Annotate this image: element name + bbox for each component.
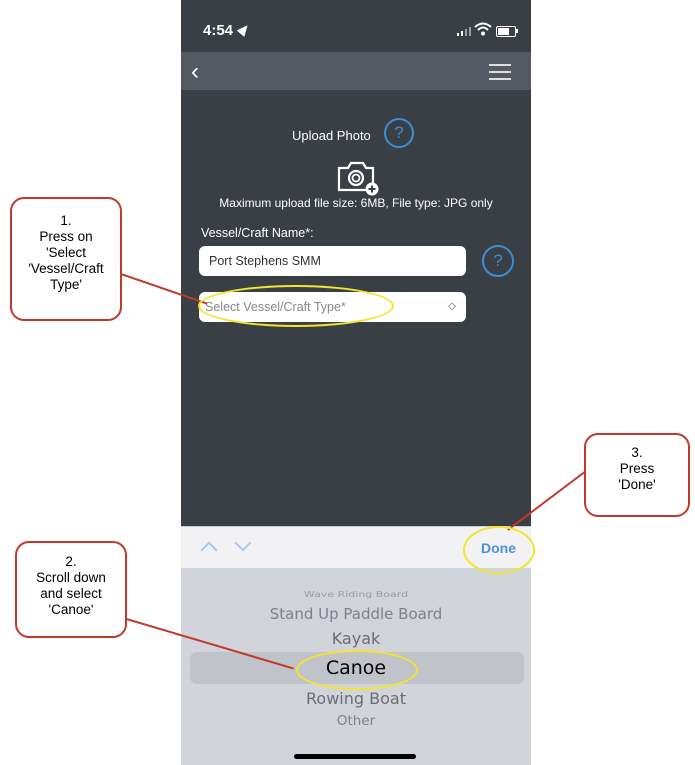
callout-1-line: Type' [50,277,82,292]
nav-bar: ‹ [181,52,531,90]
picker-item[interactable]: Kayak [181,629,531,648]
picker-item[interactable]: Rowing Boat [181,689,531,708]
status-time: 4:54 [203,22,234,39]
picker-item[interactable]: Stand Up Paddle Board [181,605,531,623]
battery-tip [516,29,518,33]
status-bar: 4:54 [181,0,531,60]
picker-item[interactable]: Wave Riding Board [181,590,531,599]
callout-step-3: 3. Press 'Done' [584,433,690,517]
callout-step-1: 1. Press on 'Select 'Vessel/Craft Type' [10,197,122,321]
callout-3-line: 'Done' [618,477,656,492]
upload-help-icon[interactable]: ? [384,118,414,148]
callout-1-line: 'Vessel/Craft [28,261,104,276]
home-indicator [294,754,416,759]
callout-2-line: and select [40,586,102,601]
callout-step-2: 2. Scroll down and select 'Canoe' [15,541,127,638]
back-chevron-icon[interactable]: ‹ [191,58,199,86]
callout-2-line: Scroll down [36,570,106,585]
highlight-type-select [198,285,394,327]
vessel-help-icon[interactable]: ? [482,245,514,277]
callout-1-line: 'Select [45,245,87,260]
callout-1-line: 1. [60,213,72,228]
callout-3-line: Press [619,461,655,476]
vessel-name-label: Vessel/Craft Name*: [201,226,314,240]
location-icon [236,22,252,37]
highlight-done [463,526,535,574]
callout-1-line: Press on [39,229,93,244]
camera-upload-icon[interactable] [336,158,380,196]
wifi-icon [474,22,492,36]
signal-icon [457,26,471,36]
upload-photo-label: Upload Photo [292,128,371,143]
callout-2-line: 'Canoe' [48,602,94,617]
hamburger-menu-icon[interactable] [489,64,511,80]
vessel-name-input[interactable]: Port Stephens SMM [199,246,466,276]
select-arrows-icon: ◇ [448,301,456,312]
picker-item[interactable]: Other [181,713,531,729]
chevron-up-icon[interactable] [200,541,218,559]
highlight-canoe [296,650,418,690]
chevron-down-icon[interactable] [234,534,252,552]
upload-size-info: Maximum upload file size: 6MB, File type… [219,196,493,210]
battery-icon [496,26,516,37]
callout-2-line: 2. [65,554,77,569]
callout-3-line: 3. [631,445,643,460]
